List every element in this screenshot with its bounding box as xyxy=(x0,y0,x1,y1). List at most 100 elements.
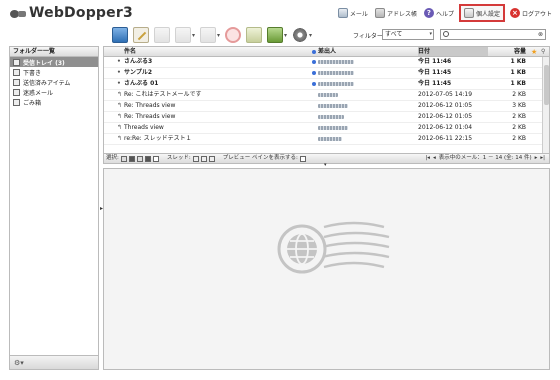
message-list-header: 件名 差出人 日付 容量 ★ ⚲ xyxy=(104,47,549,57)
prev-page-icon[interactable]: ◂ xyxy=(433,154,436,163)
row-from xyxy=(318,68,414,78)
sidebar-item-sent[interactable]: 送信済みアイテム xyxy=(10,77,98,87)
receive-mail-button[interactable] xyxy=(112,27,128,43)
row-subject: Re: Threads view xyxy=(124,102,176,109)
select-unread-icon[interactable] xyxy=(136,155,143,162)
column-size[interactable]: 容量 xyxy=(488,47,526,56)
settings-link[interactable]: 個人設定 xyxy=(458,4,505,22)
filter-select[interactable]: すべて ▾ xyxy=(382,29,434,40)
scrollbar-thumb[interactable] xyxy=(544,65,549,105)
flag-column-star-icon[interactable]: ★ xyxy=(531,48,537,56)
table-row[interactable]: • さんぷる3 今日 11:46 1 KB xyxy=(104,57,542,68)
sidebar-item-label: 受信トレイ (3) xyxy=(23,59,65,67)
drafts-icon xyxy=(13,68,20,76)
message-list-scrollbar[interactable] xyxy=(542,57,549,153)
unread-dot-icon[interactable] xyxy=(312,82,316,86)
junk-icon xyxy=(13,88,20,96)
mail-toolbar: ▾ ▾ ▾ ▾ xyxy=(112,26,312,44)
row-date: 今日 11:46 xyxy=(418,58,452,65)
addressbook-link[interactable]: アドレス帳 xyxy=(373,6,419,20)
row-date: 2012-06-12 01:04 xyxy=(418,124,473,131)
row-size: 1 KB xyxy=(510,69,527,76)
search-icon xyxy=(443,31,449,37)
table-row[interactable]: ↰ Re: Threads view 2012-06-12 01:05 3 KB xyxy=(104,101,542,112)
sidebar-item-label: 迷惑メール xyxy=(23,89,54,97)
row-subject: さんぷる3 xyxy=(124,58,153,65)
replied-icon: ↰ xyxy=(117,135,123,142)
column-subject[interactable]: 件名 xyxy=(124,47,309,56)
reply-button[interactable] xyxy=(154,27,170,43)
table-row[interactable]: ↰ Threads view 2012-06-12 01:04 2 KB xyxy=(104,123,542,134)
logout-link[interactable]: × ログアウト xyxy=(508,6,554,20)
expand-unread-threads-icon[interactable] xyxy=(200,155,207,162)
print-button[interactable] xyxy=(246,27,263,43)
redacted-sender xyxy=(318,81,354,86)
table-row[interactable]: ↰ Re: これはテストメールです 2012-07-05 14:19 2 KB xyxy=(104,90,542,101)
folder-settings-gear-icon[interactable]: ⚙▾ xyxy=(14,359,24,367)
column-from[interactable]: 差出人 xyxy=(318,47,414,56)
delete-button[interactable] xyxy=(225,27,242,43)
attachment-column-icon[interactable]: ⚲ xyxy=(541,48,545,55)
header-links: メール アドレス帳 ? ヘルプ 個人設定 × ログアウト xyxy=(336,4,554,22)
forward-menu-chevron-down-icon[interactable]: ▾ xyxy=(217,32,220,39)
select-invert-icon[interactable] xyxy=(144,155,151,162)
row-size: 1 KB xyxy=(510,58,527,65)
unread-status-icon: • xyxy=(117,58,121,65)
row-from xyxy=(318,79,414,89)
expand-threads-icon[interactable] xyxy=(192,155,199,162)
next-page-icon[interactable]: ▸ xyxy=(535,154,538,163)
preview-pane-checkbox[interactable] xyxy=(299,155,306,162)
row-from xyxy=(318,134,414,144)
column-date[interactable]: 日付 xyxy=(418,47,488,56)
table-row[interactable]: ↰ re:Re: スレッドテスト１ 2012-06-11 22:15 2 KB xyxy=(104,134,542,145)
postmark-globe-icon xyxy=(277,221,390,274)
redacted-sender xyxy=(318,114,344,119)
reply-all-button[interactable] xyxy=(175,27,191,43)
select-page-icon[interactable] xyxy=(128,155,135,162)
row-size: 1 KB xyxy=(510,80,527,87)
forward-button[interactable] xyxy=(200,27,217,43)
search-input[interactable]: ⊗ xyxy=(440,29,546,40)
settings-link-label: 個人設定 xyxy=(475,10,500,18)
mark-junk-button[interactable] xyxy=(267,27,284,43)
row-subject: サンプル2 xyxy=(124,69,152,76)
select-label: 選択: xyxy=(106,155,119,161)
unread-dot-icon[interactable] xyxy=(312,71,316,75)
more-actions-chevron-down-icon[interactable]: ▾ xyxy=(309,32,312,39)
unread-dot-icon[interactable] xyxy=(312,60,316,64)
top-bar: WebDopper3 メール アドレス帳 ? ヘルプ 個人設定 × ログアウト xyxy=(0,0,560,24)
table-row[interactable]: • さんぷる 01 今日 11:45 1 KB xyxy=(104,79,542,90)
replied-icon: ↰ xyxy=(117,91,123,98)
sidebar-item-drafts[interactable]: 下書き xyxy=(10,67,98,77)
select-all-icon[interactable] xyxy=(120,155,127,162)
row-from xyxy=(318,101,414,111)
trash-icon xyxy=(13,98,20,106)
filter-label: フィルター: xyxy=(353,33,385,40)
more-actions-gear-icon[interactable] xyxy=(292,27,309,43)
selection-controls: 選択: スレッド: プレビュー ペインを表示する: xyxy=(106,154,306,163)
logo-icon xyxy=(10,8,26,19)
table-row[interactable]: ↰ Re: Threads view 2012-06-12 01:05 2 KB xyxy=(104,112,542,123)
sent-icon xyxy=(13,78,20,86)
select-none-icon[interactable] xyxy=(152,155,159,162)
mail-link[interactable]: メール xyxy=(336,6,370,20)
reply-menu-chevron-down-icon[interactable]: ▾ xyxy=(192,32,195,39)
sidebar-item-label: 下書き xyxy=(23,69,42,77)
sidebar-item-junk[interactable]: 迷惑メール xyxy=(10,87,98,97)
first-page-icon[interactable]: |◂ xyxy=(425,154,430,163)
table-row[interactable]: • サンプル2 今日 11:45 1 KB xyxy=(104,68,542,79)
addressbook-icon xyxy=(374,8,385,18)
addressbook-link-label: アドレス帳 xyxy=(386,10,417,18)
sidebar-item-trash[interactable]: ごみ箱 xyxy=(10,97,98,107)
help-link[interactable]: ? ヘルプ xyxy=(422,6,456,20)
collapse-threads-icon[interactable] xyxy=(208,155,215,162)
row-size: 2 KB xyxy=(512,124,526,131)
help-link-label: ヘルプ xyxy=(435,10,454,18)
clear-search-icon[interactable]: ⊗ xyxy=(538,30,543,39)
app-logo[interactable]: WebDopper3 xyxy=(10,5,133,21)
last-page-icon[interactable]: ▸| xyxy=(540,154,545,163)
compose-button[interactable] xyxy=(133,27,149,43)
sidebar-item-inbox[interactable]: 受信トレイ (3) xyxy=(10,57,98,67)
sidebar-item-label: 送信済みアイテム xyxy=(23,79,71,87)
junk-menu-chevron-down-icon[interactable]: ▾ xyxy=(284,32,287,39)
